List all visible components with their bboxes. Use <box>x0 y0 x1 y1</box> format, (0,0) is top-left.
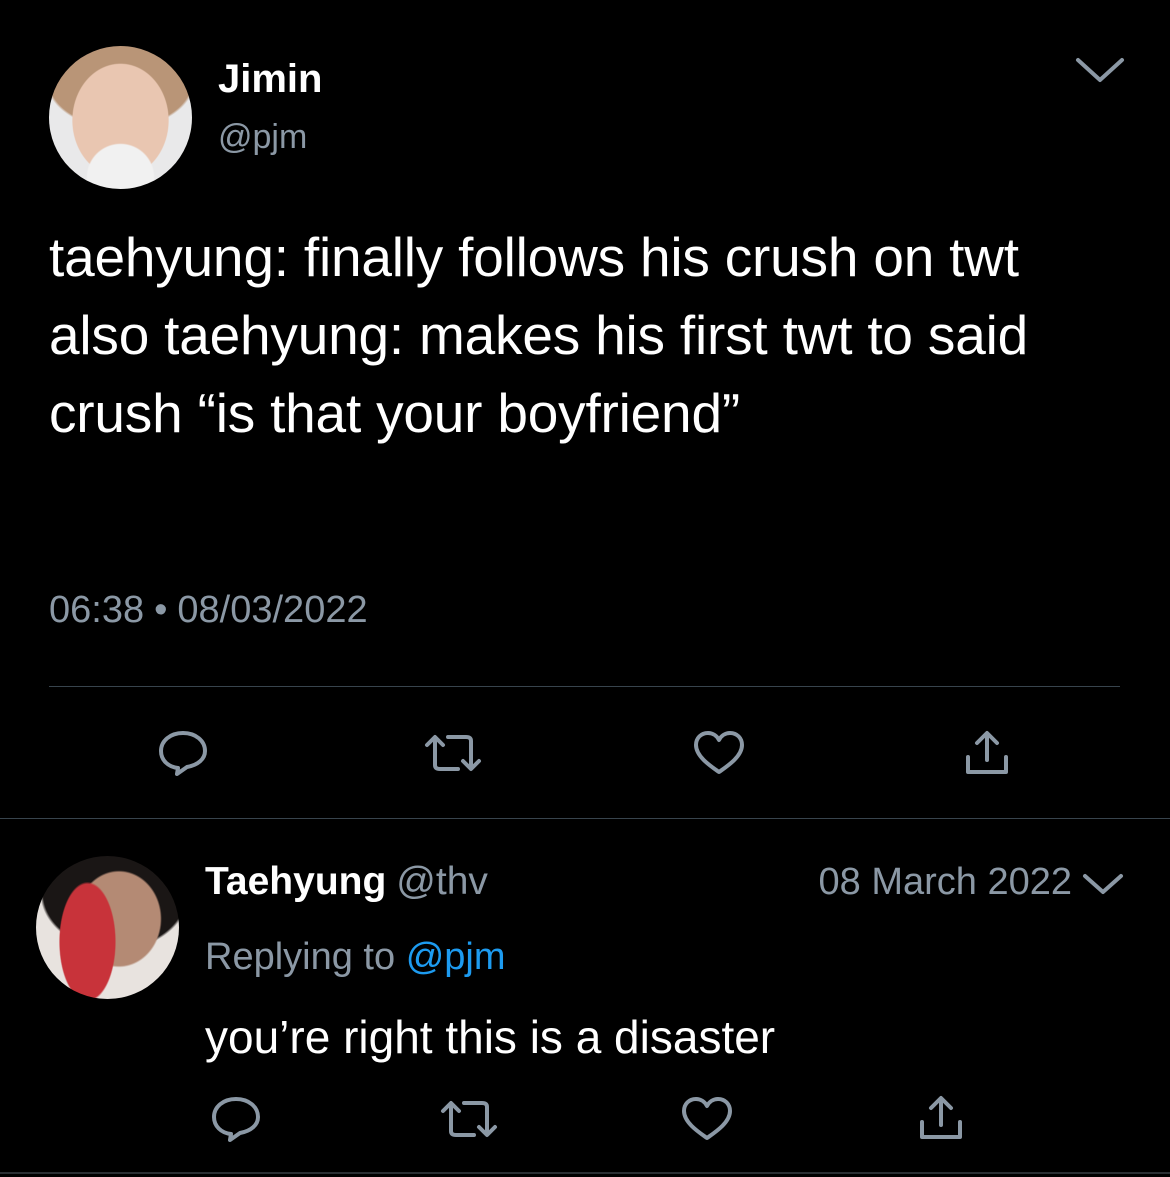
reply-author-name-row[interactable]: Taehyung @thv <box>205 860 488 904</box>
share-icon[interactable] <box>964 730 1010 776</box>
section-divider <box>0 818 1170 819</box>
reply-text: you’re right this is a disaster <box>205 1011 776 1063</box>
chevron-down-icon[interactable] <box>1080 870 1126 898</box>
retweet-icon[interactable] <box>440 1097 498 1141</box>
reply-author-handle[interactable]: @thv <box>396 860 488 903</box>
reply-icon[interactable] <box>209 1094 263 1144</box>
divider <box>49 686 1120 687</box>
reply-icon[interactable] <box>156 728 210 778</box>
chevron-down-icon[interactable] <box>1073 53 1127 87</box>
share-icon[interactable] <box>918 1095 964 1141</box>
tweet-time: 06:38 <box>49 589 145 631</box>
reply-author-display-name[interactable]: Taehyung <box>205 860 386 903</box>
heart-icon[interactable] <box>692 730 746 776</box>
replying-to-line: Replying to @pjm <box>205 935 506 979</box>
reply-date[interactable]: 08 March 2022 <box>819 860 1073 904</box>
retweet-icon[interactable] <box>424 731 482 775</box>
reply-author-avatar[interactable] <box>36 856 179 999</box>
tweet-date: 08/03/2022 <box>177 589 368 631</box>
tweet-text: taehyung: finally follows his crush on t… <box>49 226 1028 444</box>
author-display-name[interactable]: Jimin <box>218 56 322 102</box>
replying-to-mention-link[interactable]: @pjm <box>406 936 506 978</box>
author-handle[interactable]: @pjm <box>218 117 307 157</box>
bottom-divider <box>0 1172 1170 1174</box>
replying-to-label: Replying to <box>205 936 396 978</box>
author-avatar[interactable] <box>49 46 192 189</box>
tweet-timestamp[interactable]: 06:38 • 08/03/2022 <box>49 588 368 632</box>
timestamp-separator: • <box>154 589 168 631</box>
heart-icon[interactable] <box>680 1096 734 1142</box>
